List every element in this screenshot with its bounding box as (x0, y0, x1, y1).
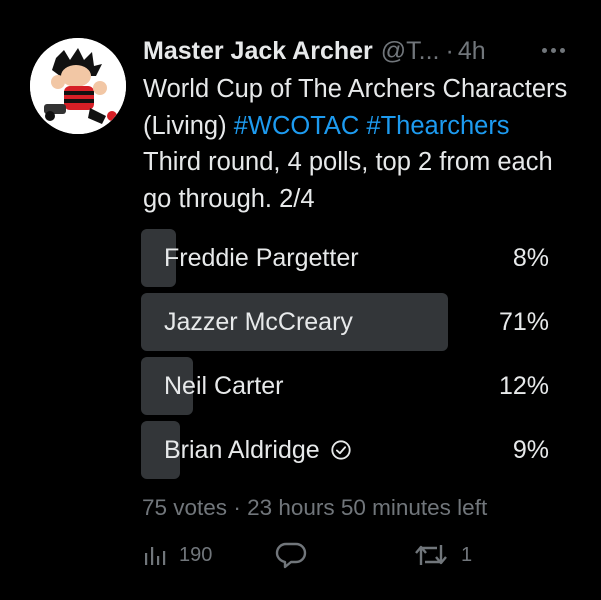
more-options-icon[interactable] (533, 38, 573, 62)
avatar-illustration (30, 38, 126, 134)
retweet-button[interactable]: 1 (413, 538, 472, 572)
poll-summary: 75 votes · 23 hours 50 minutes left (142, 495, 487, 521)
reply-button[interactable] (275, 538, 307, 572)
tweet-text: World Cup of The Archers Characters (Liv… (143, 71, 573, 217)
poll-option-label: Brian Aldridge (164, 436, 320, 464)
poll-option-percent: 12% (498, 372, 549, 400)
action-bar: 190 1 (143, 538, 573, 572)
checkmark-circle-icon (331, 440, 351, 460)
tweet-header: Master Jack Archer @T... · 4h (143, 34, 486, 68)
author-handle[interactable]: @T... (381, 37, 440, 66)
poll-separator: · (227, 495, 248, 520)
poll-option-label: Jazzer McCreary (164, 308, 353, 336)
poll: Freddie Pargetter 8% Jazzer McCreary 71%… (141, 229, 573, 485)
poll-option-percent: 8% (512, 244, 549, 272)
dot (550, 47, 556, 53)
hashtag-link[interactable]: #Thearchers (366, 112, 509, 140)
time-separator: · (445, 36, 454, 65)
poll-option: Jazzer McCreary 71% (141, 293, 573, 351)
views-count: 190 (179, 543, 213, 566)
speech-bubble-icon (275, 542, 307, 569)
author-name[interactable]: Master Jack Archer (143, 37, 373, 66)
poll-option-percent: 9% (512, 436, 549, 464)
poll-option: Brian Aldridge 9% (141, 421, 573, 479)
poll-option: Freddie Pargetter 8% (141, 229, 573, 287)
poll-option-label: Neil Carter (164, 372, 284, 400)
poll-option-percent: 71% (498, 308, 549, 336)
hashtag-link[interactable]: #WCOTAC (234, 112, 360, 140)
poll-option: Neil Carter 12% (141, 357, 573, 415)
bar-chart-icon (145, 547, 166, 565)
dot (559, 47, 565, 53)
timestamp[interactable]: 4h (458, 37, 486, 66)
tweet[interactable]: Master Jack Archer @T... · 4h World Cup … (0, 0, 601, 600)
poll-option-label: Freddie Pargetter (164, 244, 359, 272)
retweet-icon (415, 545, 447, 565)
avatar[interactable] (30, 38, 126, 134)
tweet-text-part: Third round, 4 polls, top 2 from each go… (143, 148, 553, 213)
poll-time-left: 23 hours 50 minutes left (247, 495, 488, 520)
views-button[interactable]: 190 (143, 538, 212, 572)
retweet-count: 1 (461, 543, 473, 566)
dot (541, 47, 547, 53)
poll-votes: 75 votes (142, 495, 228, 520)
